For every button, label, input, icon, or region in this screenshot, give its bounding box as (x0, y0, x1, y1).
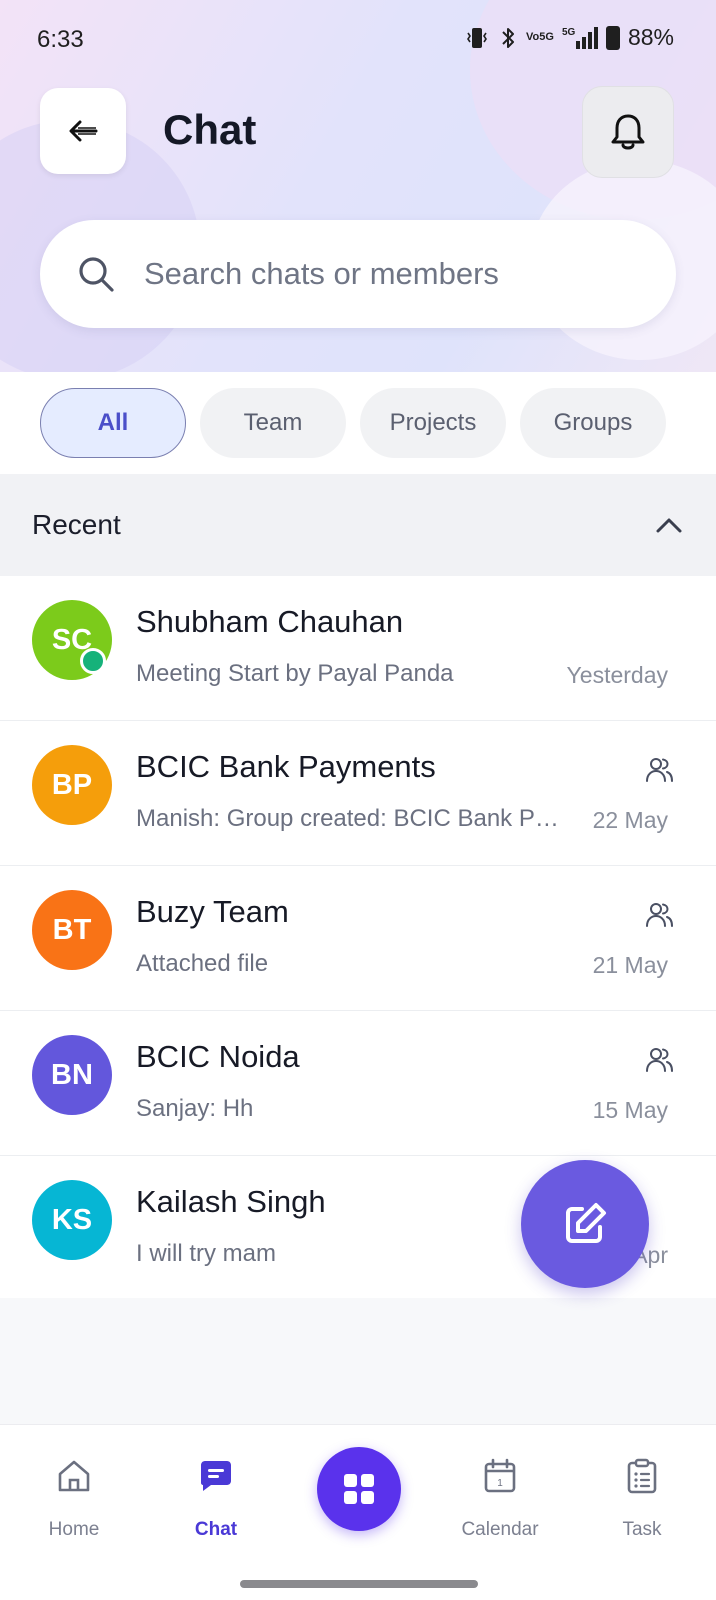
home-indicator[interactable] (240, 1580, 478, 1588)
calendar-icon: 1 (484, 1458, 516, 1493)
chat-last-message: Attached file (136, 950, 269, 977)
page-title: Chat (163, 106, 257, 153)
chat-icon (201, 1461, 231, 1491)
calendar-day: 1 (497, 1478, 503, 1489)
edit-icon (566, 1203, 606, 1243)
group-icon (646, 758, 673, 782)
group-icon (646, 1048, 673, 1072)
nav-task[interactable]: Task (582, 1451, 702, 1541)
chat-last-message: Meeting Start by Payal Panda (136, 660, 454, 687)
signal-label: 5G (562, 27, 576, 38)
group-icon (646, 903, 673, 927)
chat-time: 21 May (592, 952, 668, 978)
chat-time: 15 May (592, 1097, 668, 1123)
status-icons: Vo 5G 5G 88% (464, 24, 674, 51)
bluetooth-icon (498, 25, 518, 51)
nav-chat-label: Chat (194, 1519, 238, 1540)
bell-icon (611, 114, 645, 150)
chat-time: 22 May (592, 807, 668, 833)
chat-time: Yesterday (566, 662, 668, 688)
chat-name: Buzy Team (136, 894, 289, 929)
chat-row-buzy-team[interactable]: BT Buzy Team Attached file 21 May (0, 866, 716, 1011)
nav-home-label: Home (48, 1519, 100, 1540)
online-indicator (80, 648, 106, 674)
task-icon (627, 1458, 657, 1494)
search-input[interactable] (144, 256, 614, 292)
nav-apps-button[interactable] (317, 1447, 401, 1531)
chat-last-message: Sanjay: Hh (136, 1095, 254, 1122)
bottom-navigation: Home Chat 1 Calendar Task (0, 1424, 716, 1600)
avatar: KS (32, 1180, 112, 1260)
back-button[interactable] (40, 88, 126, 174)
nav-task-label: Task (622, 1519, 662, 1540)
battery-icon (605, 25, 620, 50)
chat-row-shubham-chauhan[interactable]: SC Shubham Chauhan Meeting Start by Paya… (0, 576, 716, 721)
chat-name: Shubham Chauhan (136, 604, 404, 639)
grid-icon (344, 1474, 374, 1504)
nav-calendar-label: Calendar (461, 1519, 539, 1540)
filter-chip-groups[interactable]: Groups (520, 388, 666, 458)
nav-home[interactable]: Home (14, 1451, 134, 1541)
chat-name: Kailash Singh (136, 1184, 326, 1219)
chat-last-message: I will try mam (136, 1240, 276, 1267)
section-title: Recent (32, 509, 121, 540)
recent-section-header[interactable]: Recent (0, 474, 716, 576)
status-bar: 6:33 Vo 5G 5G 88% (0, 0, 716, 80)
filter-chip-projects[interactable]: Projects (360, 388, 506, 458)
filter-chips: All Team Projects Groups (0, 372, 716, 474)
chat-name: BCIC Bank Payments (136, 749, 436, 784)
filter-chip-all[interactable]: All (40, 388, 186, 458)
nav-chat[interactable]: Chat (156, 1451, 276, 1541)
avatar: BT (32, 890, 112, 970)
status-time: 6:33 (37, 26, 84, 53)
chat-name: BCIC Noida (136, 1039, 300, 1074)
new-chat-button[interactable] (521, 1160, 649, 1288)
avatar: BP (32, 745, 112, 825)
chat-last-message: Manish: Group created: BCIC Bank Payment… (136, 805, 566, 832)
vibrate-icon (464, 25, 490, 51)
back-arrow-icon (69, 120, 98, 142)
home-icon (58, 1460, 90, 1492)
filter-chip-team[interactable]: Team (200, 388, 346, 458)
chevron-up-icon[interactable] (654, 515, 684, 535)
signal-icon: 5G (562, 25, 598, 51)
search-bar[interactable] (40, 220, 676, 328)
search-icon (79, 257, 114, 292)
battery-percent: 88% (627, 24, 674, 50)
chat-row-bcic-bank-payments[interactable]: BP BCIC Bank Payments Manish: Group crea… (0, 721, 716, 866)
avatar: BN (32, 1035, 112, 1115)
notifications-button[interactable] (582, 86, 674, 178)
nav-calendar[interactable]: 1 Calendar (440, 1451, 560, 1541)
volte-icon: Vo 5G (526, 31, 554, 43)
chat-row-bcic-noida[interactable]: BN BCIC Noida Sanjay: Hh 15 May (0, 1011, 716, 1156)
